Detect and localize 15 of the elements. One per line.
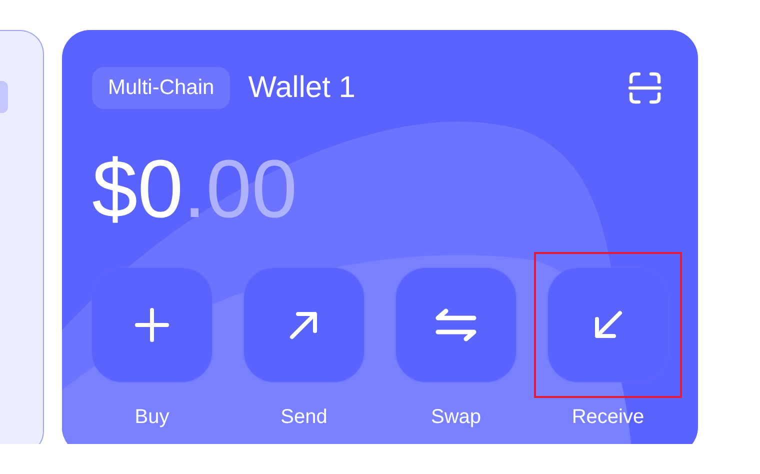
action-label: Swap [430, 406, 482, 429]
buy-button[interactable] [92, 268, 212, 382]
wallet-name: Wallet 1 [248, 71, 356, 105]
swap-button[interactable] [396, 268, 516, 382]
plus-icon [132, 305, 172, 345]
balance-amount: $0 [92, 144, 184, 235]
action-label: Send [280, 406, 328, 429]
side-card[interactable] [0, 30, 44, 444]
chain-badge: Multi-Chain [92, 67, 230, 109]
balance-cents: .00 [183, 144, 298, 235]
scan-icon[interactable] [628, 72, 662, 104]
send-button[interactable] [244, 268, 364, 382]
action-label: Buy [134, 406, 170, 429]
action-label: Receive [572, 406, 644, 429]
side-card-tab [0, 81, 8, 113]
